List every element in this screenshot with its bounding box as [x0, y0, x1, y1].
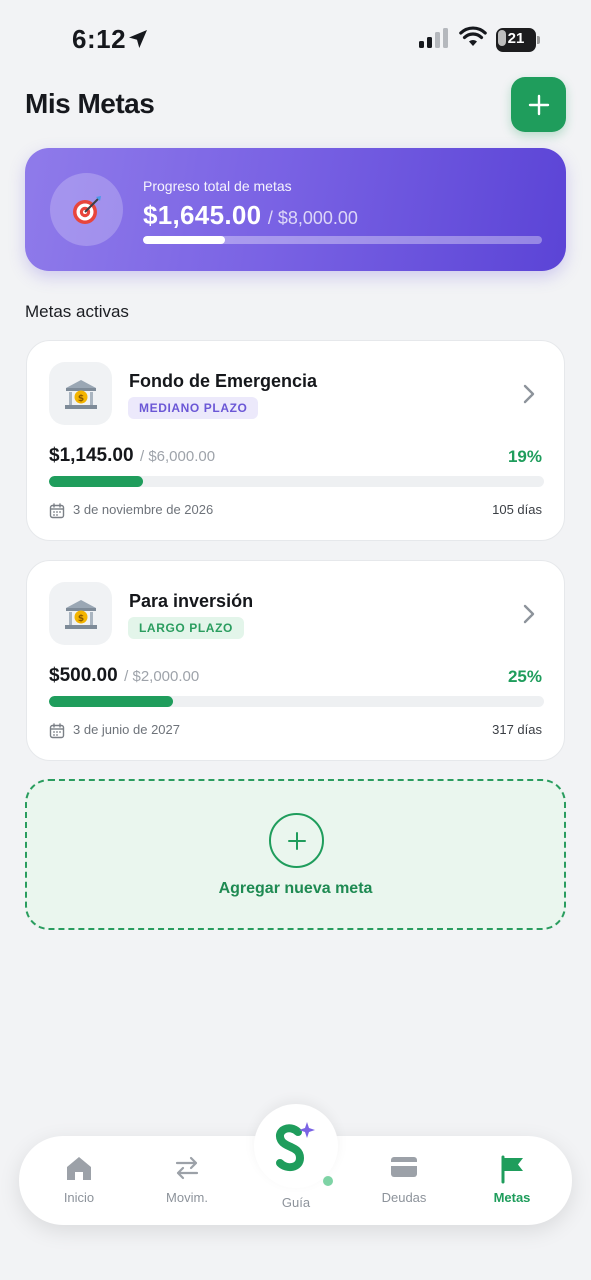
- goal-name: Para inversión: [129, 591, 254, 611]
- section-title-active-goals: Metas activas: [25, 302, 129, 321]
- calendar-icon: [49, 503, 65, 519]
- goal-deadline: 3 de junio de 2027: [73, 722, 180, 737]
- goal-target-amount: / $2,000.00: [124, 668, 200, 685]
- summary-amount: $1,645.00 / $8,000.00: [143, 200, 358, 231]
- goal-icon-container: $: [49, 362, 112, 425]
- total-progress-card: Progreso total de metas $1,645.00 / $8,0…: [25, 148, 566, 271]
- nav-item-inicio[interactable]: Inicio: [29, 1136, 129, 1225]
- status-time: 6:12: [72, 24, 127, 54]
- summary-progress-fill: [143, 236, 226, 244]
- add-new-circle: [269, 813, 324, 868]
- goal-progress-bar: [49, 476, 544, 487]
- chevron-right-icon[interactable]: [522, 384, 536, 404]
- svg-text:$: $: [77, 614, 83, 624]
- nav-item-metas[interactable]: Metas: [462, 1136, 562, 1225]
- nav-label: Inicio: [63, 1190, 95, 1205]
- summary-total-amount: / $8,000.00: [267, 208, 358, 228]
- goal-name: Fondo de Emergencia: [129, 371, 318, 391]
- goal-current-amount: $500.00: [49, 665, 118, 686]
- goal-amounts: $1,145.00 / $6,000.00: [49, 445, 215, 467]
- goal-icon-container: $: [49, 582, 112, 645]
- nav-item-movimientos[interactable]: Movim.: [137, 1136, 237, 1225]
- bank-icon: $: [64, 599, 97, 629]
- summary-label: Progreso total de metas: [143, 178, 292, 194]
- plus-icon: [528, 94, 549, 115]
- credit-card-icon: [391, 1157, 417, 1177]
- guide-status-dot: [323, 1176, 333, 1186]
- goal-term-badge: MEDIANO PLAZO: [128, 397, 259, 419]
- goal-progress-bar: [49, 696, 544, 707]
- page-title: Mis Metas: [25, 88, 155, 119]
- goal-deadline: 3 de noviembre de 2026: [73, 502, 214, 517]
- goal-card[interactable]: $ Fondo de Emergencia MEDIANO PLAZO $1,1…: [26, 340, 565, 541]
- goal-progress-fill: [49, 696, 173, 707]
- target-dart-icon: [72, 195, 101, 224]
- goal-amounts: $500.00 / $2,000.00: [49, 665, 199, 687]
- nav-label-active: Metas: [493, 1190, 531, 1205]
- summary-progress-bar: [143, 236, 542, 244]
- plus-icon: [287, 831, 306, 850]
- goal-percent: 19%: [507, 447, 542, 466]
- goal-days-left: 105 días: [492, 502, 542, 517]
- guide-logo-icon[interactable]: [270, 1118, 320, 1178]
- goal-days-left: 317 días: [492, 722, 542, 737]
- goal-target-amount: / $6,000.00: [139, 448, 216, 465]
- status-bar: 6:12 21: [0, 0, 591, 80]
- home-icon: [67, 1157, 91, 1180]
- location-arrow-icon: [129, 30, 147, 48]
- chevron-right-icon[interactable]: [522, 604, 536, 624]
- goal-current-amount: $1,145.00: [49, 445, 134, 466]
- svg-text:$: $: [77, 394, 83, 404]
- wifi-icon: [459, 26, 487, 46]
- goal-term-badge: LARGO PLAZO: [128, 617, 244, 639]
- summary-icon-container: [50, 173, 123, 246]
- calendar-icon: [49, 723, 65, 739]
- add-goal-button[interactable]: [511, 77, 566, 132]
- battery-percent: 21: [507, 30, 525, 47]
- transfer-arrows-icon: [175, 1156, 199, 1180]
- battery-icon: 21: [496, 28, 540, 52]
- nav-label: Movim.: [166, 1190, 208, 1205]
- nav-label: Deudas: [381, 1190, 427, 1205]
- goal-card[interactable]: $ Para inversión LARGO PLAZO $500.00 / $…: [26, 560, 565, 761]
- nav-item-deudas[interactable]: Deudas: [354, 1136, 454, 1225]
- goal-percent: 25%: [507, 667, 542, 686]
- summary-current-amount: $1,645.00: [143, 200, 262, 230]
- flag-icon: [501, 1155, 523, 1184]
- bank-icon: $: [64, 379, 97, 409]
- add-new-goal-button[interactable]: Agregar nueva meta: [25, 779, 566, 930]
- cellular-signal-icon: [419, 28, 448, 48]
- add-new-goal-label: Agregar nueva meta: [218, 880, 373, 897]
- goal-progress-fill: [49, 476, 144, 487]
- nav-label: Guía: [281, 1195, 311, 1210]
